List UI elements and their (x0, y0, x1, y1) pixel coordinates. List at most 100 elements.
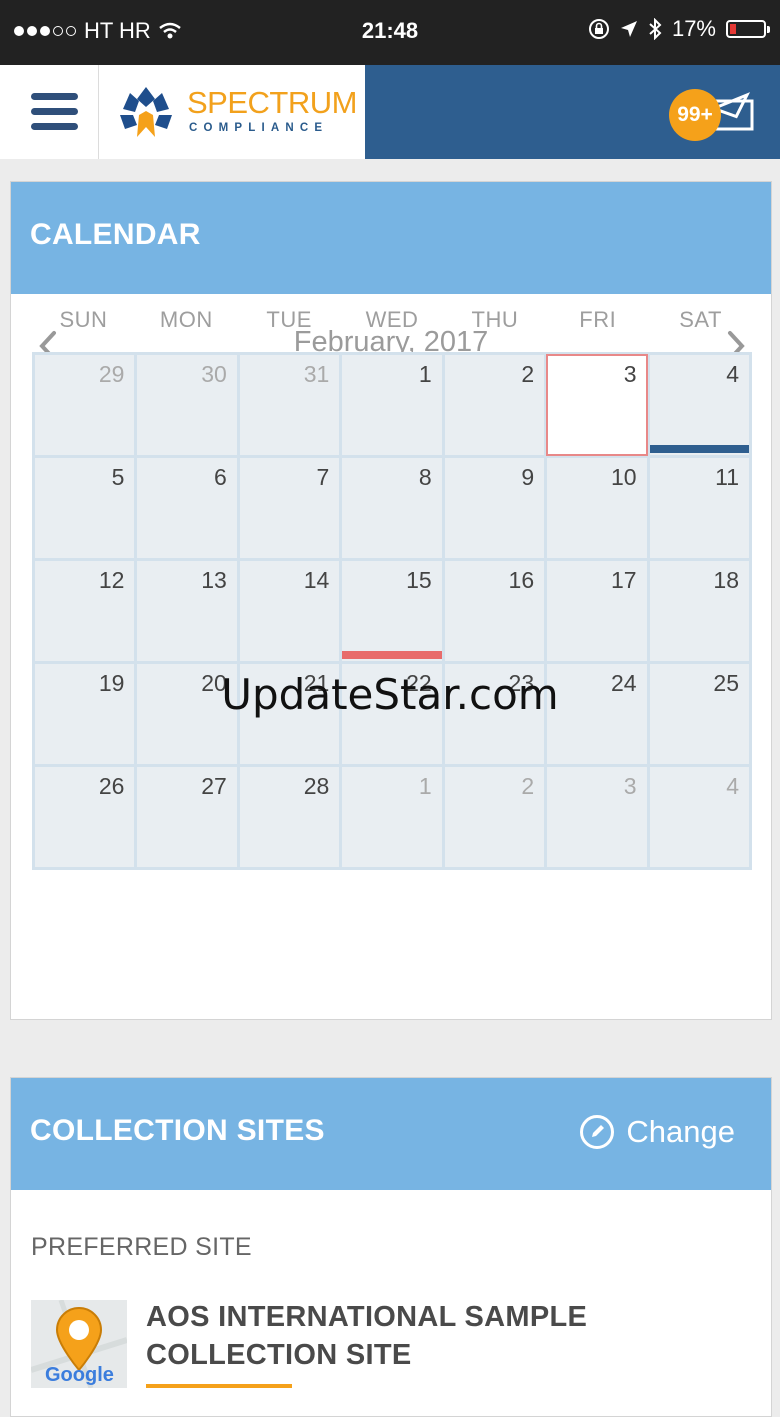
weekday-label: MON (159, 307, 213, 332)
header-bar: 99+ (365, 65, 780, 159)
change-label: Change (626, 1114, 735, 1149)
calendar-day[interactable]: 4 (649, 767, 749, 867)
day-number: 3 (623, 361, 637, 387)
calendar-day[interactable]: 28 (239, 767, 340, 867)
day-number: 9 (521, 464, 535, 490)
day-number: 6 (214, 464, 227, 490)
weekday-label: THU (471, 307, 519, 332)
day-number: 30 (201, 361, 227, 387)
battery-icon (726, 20, 770, 38)
calendar-day[interactable]: 12 (35, 561, 135, 661)
calendar-day[interactable]: 29 (35, 355, 135, 455)
day-number: 3 (623, 773, 637, 799)
day-number: 1 (418, 773, 432, 799)
calendar-day[interactable]: 13 (137, 561, 237, 661)
status-bar: HT HR 21:48 17% (0, 0, 780, 65)
calendar-day[interactable]: 11 (649, 458, 749, 558)
calendar-day[interactable]: 8 (342, 458, 442, 558)
day-number: 4 (726, 361, 739, 387)
calendar-day[interactable]: 30 (137, 355, 237, 455)
weekday-label: FRI (579, 307, 617, 332)
logo[interactable]: SPECTRUM COMPLIANCE (99, 65, 365, 159)
day-number: 19 (98, 670, 125, 696)
rotation-lock-icon (588, 19, 609, 39)
preferred-site-label: PREFERRED SITE (31, 1233, 252, 1261)
hamburger-menu-button[interactable] (0, 65, 99, 159)
weekday-label: WED (365, 307, 419, 332)
day-number: 17 (610, 567, 637, 593)
day-number: 23 (508, 670, 535, 696)
calendar-day[interactable]: 31 (239, 355, 340, 455)
day-number: 11 (715, 464, 739, 490)
calendar-grid: 29 30 31 1 2 3 4 5 6 7 8 9 10 11 12 13 14 15 16 17 18 19 20 21 2… (32, 352, 752, 870)
menu-line (31, 108, 78, 115)
calendar-day[interactable]: 26 (35, 767, 135, 867)
site-name[interactable]: AOS INTERNATIONAL SAMPLE COLLECTION SITE (146, 1298, 666, 1374)
calendar-title: CALENDAR (30, 218, 201, 251)
location-arrow-icon (620, 21, 637, 37)
calendar-day[interactable]: 7 (239, 458, 340, 558)
calendar-day[interactable]: 25 (649, 664, 749, 764)
calendar-day[interactable]: 9 (444, 458, 545, 558)
event-indicator (649, 445, 749, 453)
battery-percent: 17% (671, 16, 716, 41)
app-header: SPECTRUM COMPLIANCE 99+ (0, 65, 780, 159)
calendar-day[interactable]: 16 (444, 561, 545, 661)
calendar-day[interactable]: 1 (342, 767, 442, 867)
day-number: 5 (111, 464, 125, 490)
day-number: 27 (201, 773, 227, 799)
day-number: 29 (98, 361, 125, 387)
day-number: 8 (418, 464, 432, 490)
day-number: 13 (201, 567, 227, 593)
calendar-day[interactable]: 27 (137, 767, 237, 867)
collection-sites-title: COLLECTION SITES (30, 1114, 325, 1147)
calendar-day[interactable]: 6 (137, 458, 237, 558)
day-number: 31 (303, 361, 330, 387)
calendar-day[interactable]: 1 (342, 355, 442, 455)
bluetooth-icon (649, 18, 662, 40)
calendar-day[interactable]: 24 (547, 664, 647, 764)
status-icons: 17% (588, 16, 770, 42)
calendar-day-today[interactable]: 3 (546, 354, 648, 456)
day-number: 28 (303, 773, 330, 799)
calendar-day[interactable]: 22 (342, 664, 442, 764)
day-number: 24 (610, 670, 637, 696)
weekday-header: SUN MON TUE WED THU FRI SAT (32, 307, 752, 333)
site-name-underline (146, 1384, 292, 1388)
calendar-day[interactable]: 15 (342, 561, 442, 661)
calendar-day[interactable]: 3 (547, 767, 647, 867)
pencil-icon (580, 1115, 615, 1149)
calendar-card: CALENDAR February, 2017 SUN MON TUE WED THU F… (10, 181, 772, 1020)
day-number: 16 (508, 567, 535, 593)
site-map-thumbnail[interactable]: Google (31, 1300, 127, 1388)
weekday-label: TUE (266, 307, 312, 332)
calendar-day[interactable]: 20 (137, 664, 237, 764)
day-number: 15 (406, 567, 432, 593)
calendar-day[interactable]: 14 (239, 561, 340, 661)
calendar-day[interactable]: 23 (444, 664, 545, 764)
calendar-day[interactable]: 2 (444, 355, 545, 455)
calendar-day[interactable]: 5 (35, 458, 135, 558)
day-number: 26 (98, 773, 125, 799)
change-button[interactable]: Change (580, 1114, 735, 1150)
calendar-day[interactable]: 19 (35, 664, 135, 764)
event-indicator (342, 651, 442, 659)
collection-sites-header: COLLECTION SITES Change (11, 1078, 771, 1190)
day-number: 1 (418, 361, 432, 387)
day-number: 18 (713, 567, 739, 593)
day-number: 7 (316, 464, 330, 490)
menu-line (31, 123, 78, 130)
day-number: 4 (726, 773, 739, 799)
day-number: 22 (406, 670, 432, 696)
notification-badge[interactable]: 99+ (669, 89, 721, 141)
logo-subtitle: COMPLIANCE (189, 122, 329, 134)
calendar-day[interactable]: 21 (239, 664, 340, 764)
calendar-day[interactable]: 10 (547, 458, 647, 558)
spectrum-logo-icon (120, 87, 172, 137)
day-number: 12 (98, 567, 125, 593)
calendar-day[interactable]: 2 (444, 767, 545, 867)
menu-line (31, 93, 78, 100)
calendar-day[interactable]: 18 (649, 561, 749, 661)
calendar-day[interactable]: 17 (547, 561, 647, 661)
calendar-day[interactable]: 4 (649, 355, 749, 455)
